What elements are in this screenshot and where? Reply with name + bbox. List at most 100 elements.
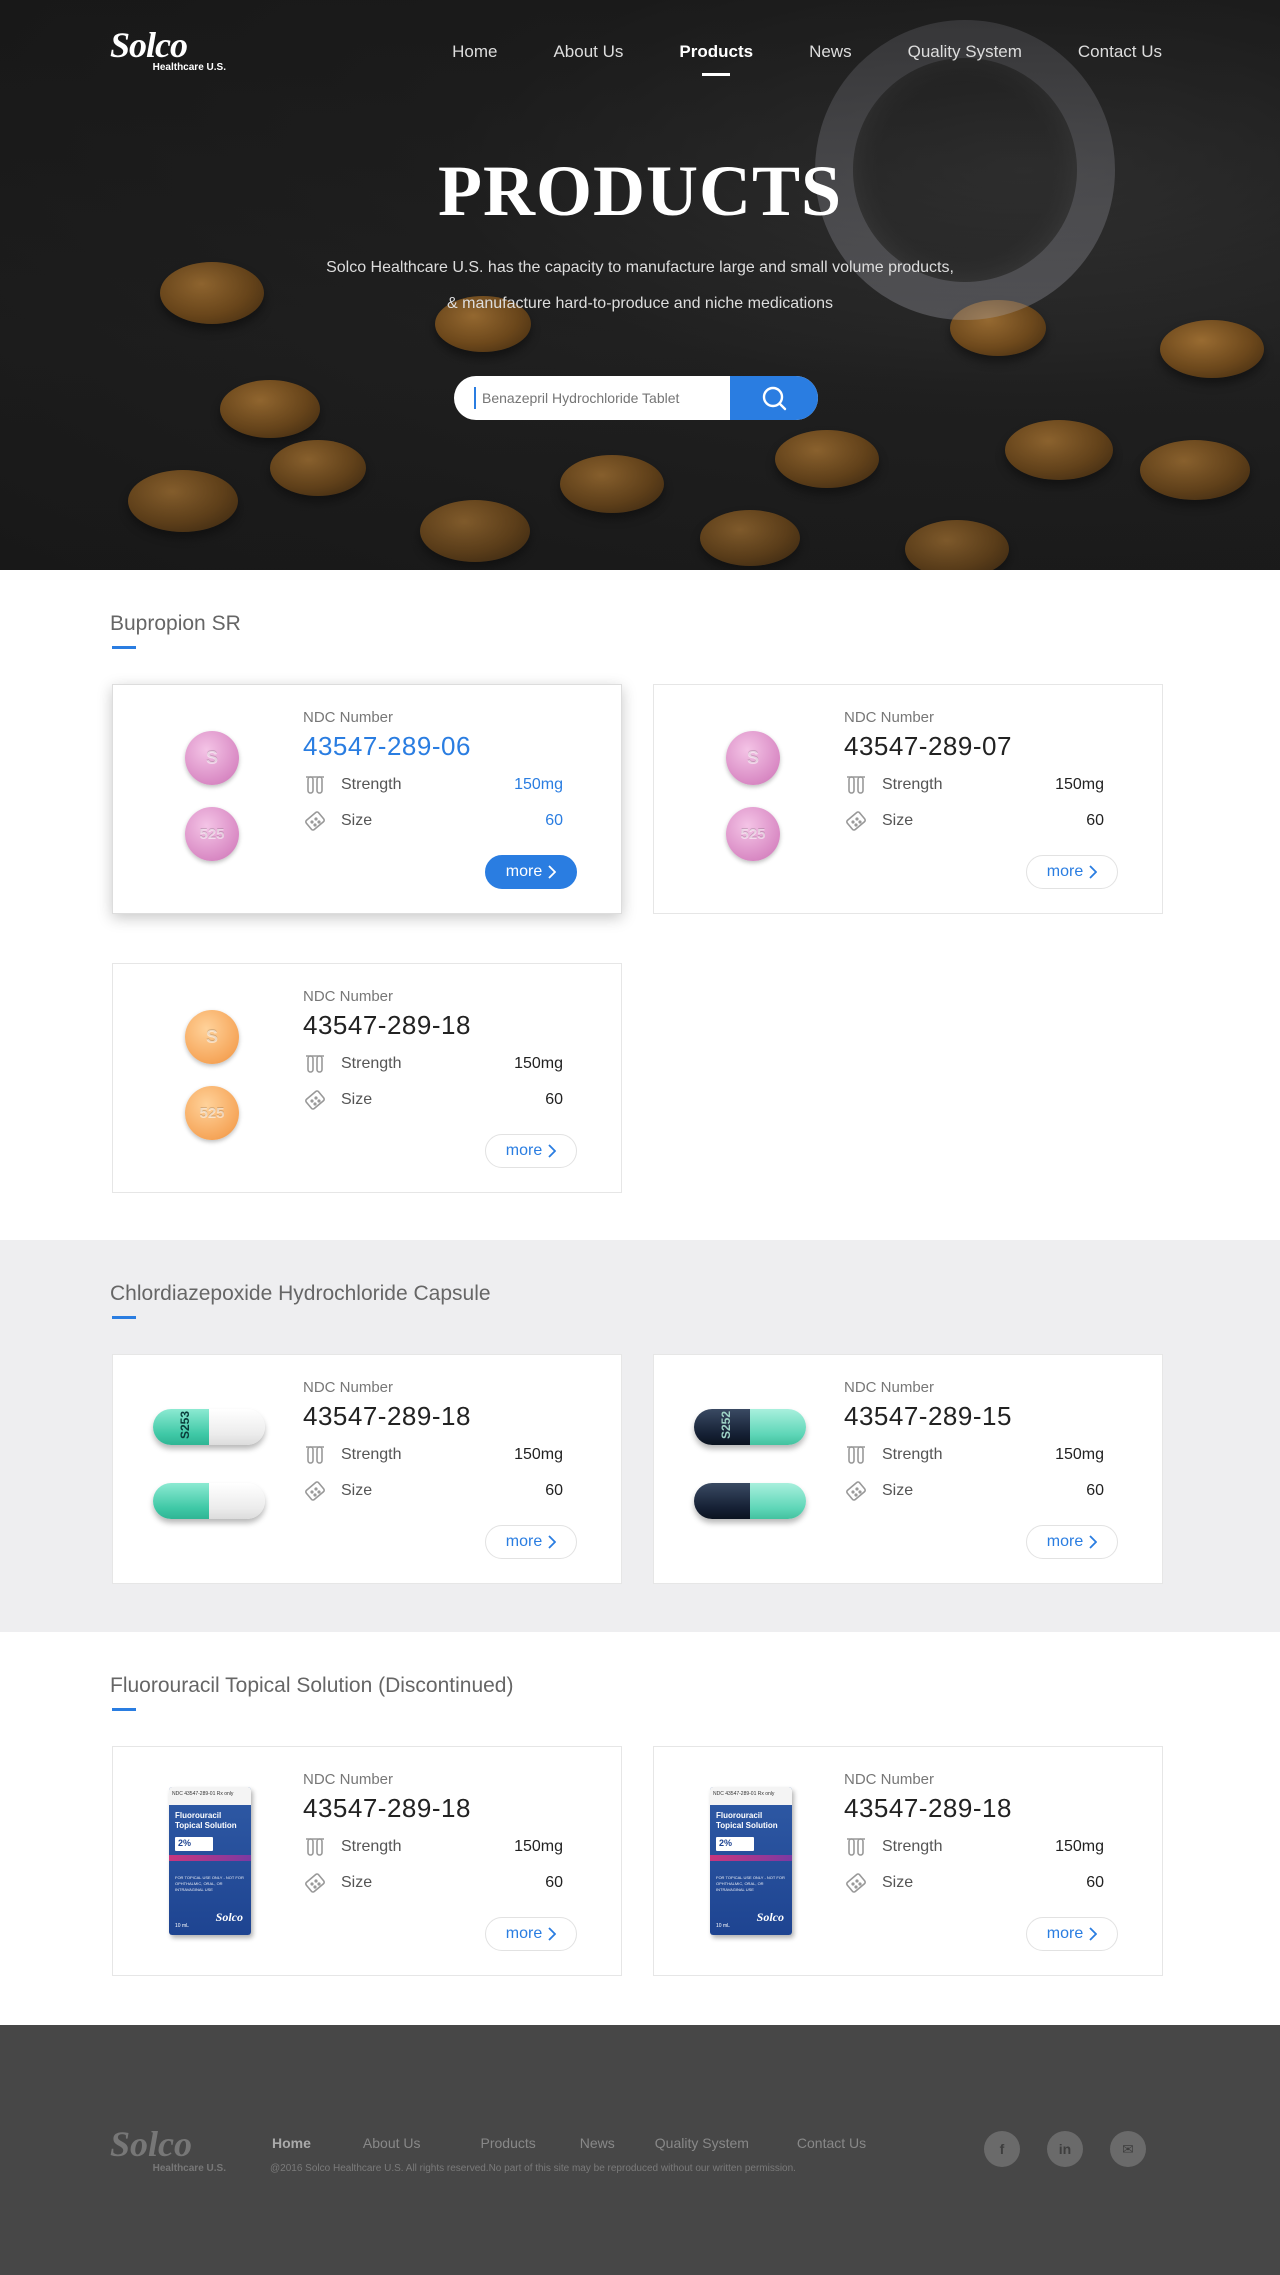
- email-icon[interactable]: ✉: [1110, 2131, 1146, 2167]
- product-card[interactable]: S 525 NDC Number 43547-289-06 Strength 1…: [112, 684, 622, 914]
- pill-pack-icon: [844, 1479, 868, 1503]
- product-image: S252: [684, 1375, 824, 1565]
- nav-item-news[interactable]: News: [809, 42, 852, 62]
- search-icon: [762, 386, 787, 411]
- page-title: PRODUCTS: [437, 151, 843, 231]
- chevron-right-icon: [548, 865, 557, 879]
- strength-row: Strength 150mg: [303, 1052, 563, 1076]
- copyright-text: @2016 Solco Healthcare U.S. All rights r…: [270, 2163, 796, 2174]
- size-value: 60: [1086, 1482, 1104, 1499]
- pill-pack-icon: [844, 1871, 868, 1895]
- facebook-icon[interactable]: f: [984, 2131, 1020, 2167]
- product-card[interactable]: S252 NDC Number 43547-289-15 Strength 15…: [653, 1354, 1163, 1584]
- more-button[interactable]: more: [485, 1917, 577, 1951]
- search-button[interactable]: [730, 376, 818, 420]
- size-value: 60: [1086, 1874, 1104, 1891]
- test-tubes-icon: [844, 773, 868, 797]
- chevron-right-icon: [548, 1144, 557, 1158]
- more-button[interactable]: more: [485, 1134, 577, 1168]
- tablet-back-image: 525: [726, 807, 780, 861]
- product-card[interactable]: S 525 NDC Number 43547-289-18 Strength 1…: [112, 963, 622, 1193]
- size-row: Size 60: [844, 1871, 1104, 1895]
- product-box-image: NDC 43547-289-01 Rx only Fluorouracil Top…: [169, 1787, 251, 1935]
- tablet-front-image: S: [185, 1010, 239, 1064]
- site-footer: Solco Healthcare U.S. Home About Us Prod…: [0, 2025, 1280, 2275]
- footer-nav-contact[interactable]: Contact Us: [797, 2135, 866, 2151]
- more-button[interactable]: more: [1026, 1917, 1118, 1951]
- product-card[interactable]: S253 NDC Number 43547-289-18 Strength 15…: [112, 1354, 622, 1584]
- main-nav: Home About Us Products News Quality Syst…: [396, 42, 1162, 62]
- hero-banner: Solco Healthcare U.S. Home About Us Prod…: [0, 0, 1280, 570]
- nav-item-contact[interactable]: Contact Us: [1078, 42, 1162, 62]
- strength-value: 150mg: [514, 1055, 563, 1072]
- product-card[interactable]: NDC 43547-289-01 Rx only Fluorouracil Top…: [112, 1746, 622, 1976]
- ndc-number: 43547-289-18: [844, 1793, 1012, 1823]
- product-image: NDC 43547-289-01 Rx only Fluorouracil Top…: [143, 1767, 283, 1957]
- size-value: 60: [545, 1091, 563, 1108]
- size-value: 60: [545, 812, 563, 829]
- product-box-image: NDC 43547-289-01 Rx only Fluorouracil Top…: [710, 1787, 792, 1935]
- ndc-number: 43547-289-18: [303, 1793, 471, 1823]
- section-bupropion: Bupropion SR S 525 NDC Number 43547-289-…: [0, 570, 1280, 1240]
- test-tubes-icon: [303, 1052, 327, 1076]
- size-value: 60: [545, 1874, 563, 1891]
- pill-pack-icon: [303, 809, 327, 833]
- nav-item-products[interactable]: Products: [679, 42, 753, 62]
- search-input[interactable]: [474, 387, 730, 409]
- ndc-label: NDC Number: [303, 1379, 394, 1396]
- strength-row: Strength 150mg: [303, 773, 563, 797]
- product-image: S253: [143, 1375, 283, 1565]
- footer-nav-home[interactable]: Home: [272, 2135, 311, 2151]
- section-title-underline: [112, 1316, 136, 1319]
- pill-pack-icon: [844, 809, 868, 833]
- product-image: NDC 43547-289-01 Rx only Fluorouracil Top…: [684, 1767, 824, 1957]
- more-button[interactable]: more: [1026, 855, 1118, 889]
- more-button[interactable]: more: [1026, 1525, 1118, 1559]
- ndc-number: 43547-289-18: [303, 1010, 471, 1040]
- ndc-label: NDC Number: [844, 1379, 935, 1396]
- footer-nav-news[interactable]: News: [580, 2135, 615, 2151]
- strength-row: Strength 150mg: [844, 773, 1104, 797]
- section-title: Fluorouracil Topical Solution (Discontin…: [110, 1674, 514, 1697]
- size-row: Size 60: [303, 1088, 563, 1112]
- ndc-label: NDC Number: [303, 988, 394, 1005]
- capsule-image: S252: [694, 1409, 806, 1445]
- strength-row: Strength 150mg: [844, 1835, 1104, 1859]
- tablet-front-image: S: [726, 731, 780, 785]
- section-title: Chlordiazepoxide Hydrochloride Capsule: [110, 1282, 491, 1305]
- section-title: Bupropion SR: [110, 612, 241, 635]
- ndc-number: 43547-289-18: [303, 1401, 471, 1431]
- capsule-image: [153, 1483, 265, 1519]
- ndc-label: NDC Number: [303, 709, 394, 726]
- footer-nav-products[interactable]: Products: [481, 2135, 536, 2151]
- tablet-back-image: 525: [185, 807, 239, 861]
- footer-logo[interactable]: Solco Healthcare U.S.: [110, 2125, 230, 2181]
- test-tubes-icon: [303, 1443, 327, 1467]
- linkedin-icon[interactable]: in: [1047, 2131, 1083, 2167]
- site-logo[interactable]: Solco Healthcare U.S.: [110, 26, 230, 82]
- capsule-image: S253: [153, 1409, 265, 1445]
- section-title-underline: [112, 1708, 136, 1711]
- strength-row: Strength 150mg: [844, 1443, 1104, 1467]
- product-card[interactable]: NDC 43547-289-01 Rx only Fluorouracil Top…: [653, 1746, 1163, 1976]
- hero-subtitle: Solco Healthcare U.S. has the capacity t…: [326, 259, 954, 312]
- pill-pack-icon: [303, 1479, 327, 1503]
- chevron-right-icon: [548, 1927, 557, 1941]
- footer-nav-about[interactable]: About Us: [363, 2135, 421, 2151]
- size-row: Size 60: [303, 1871, 563, 1895]
- tablet-back-image: 525: [185, 1086, 239, 1140]
- test-tubes-icon: [303, 773, 327, 797]
- product-card[interactable]: S 525 NDC Number 43547-289-07 Strength 1…: [653, 684, 1163, 914]
- ndc-number: 43547-289-06: [303, 731, 471, 761]
- strength-value: 150mg: [514, 1446, 563, 1463]
- more-button[interactable]: more: [485, 855, 577, 889]
- more-button[interactable]: more: [485, 1525, 577, 1559]
- size-row: Size 60: [303, 809, 563, 833]
- footer-nav-quality-system[interactable]: Quality System: [655, 2135, 749, 2151]
- nav-item-home[interactable]: Home: [452, 42, 497, 62]
- chevron-right-icon: [1089, 865, 1098, 879]
- nav-item-about[interactable]: About Us: [553, 42, 623, 62]
- ndc-label: NDC Number: [303, 1771, 394, 1788]
- nav-item-quality-system[interactable]: Quality System: [908, 42, 1022, 62]
- size-row: Size 60: [844, 809, 1104, 833]
